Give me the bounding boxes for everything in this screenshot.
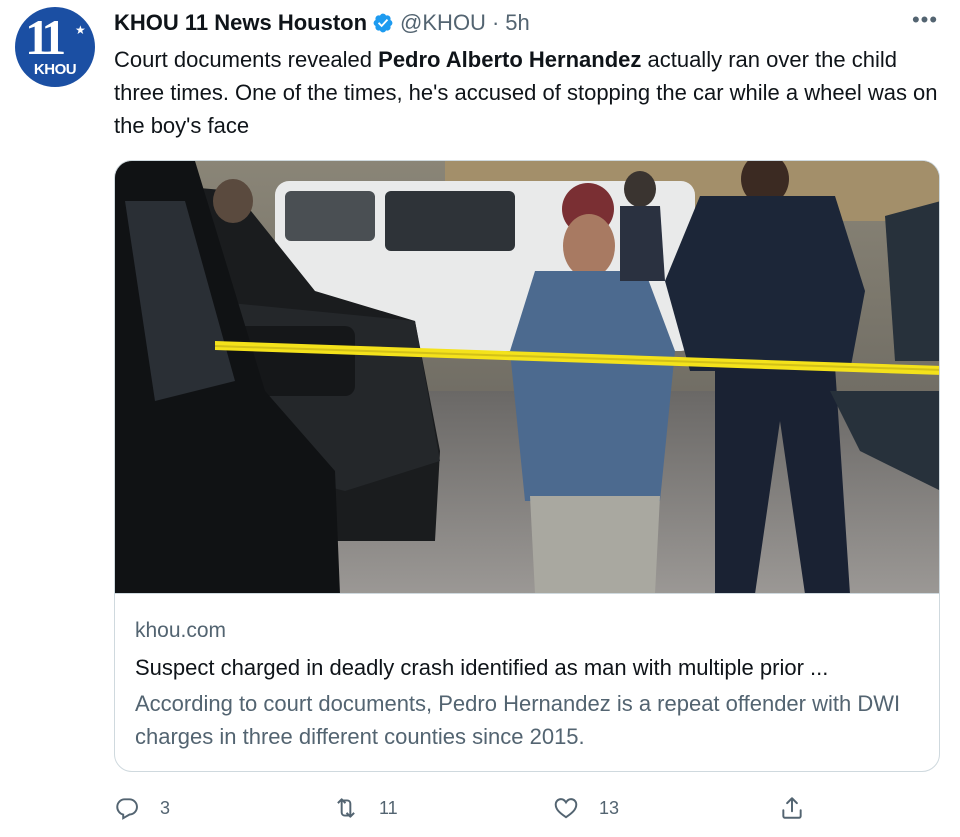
reply-icon xyxy=(116,798,138,820)
star-icon: ★ xyxy=(75,23,86,37)
card-image[interactable] xyxy=(115,161,939,594)
more-horizontal-icon[interactable]: ••• xyxy=(910,9,940,34)
card-description: According to court documents, Pedro Hern… xyxy=(135,691,901,749)
reply-button[interactable]: 3 xyxy=(114,790,170,826)
avatar-number: 11 xyxy=(25,9,66,65)
verified-badge-icon xyxy=(372,12,394,34)
card-title[interactable]: Suspect charged in deadly crash identifi… xyxy=(135,655,828,681)
retweet-button[interactable]: 11 xyxy=(333,790,398,826)
heart-icon xyxy=(554,798,578,819)
timestamp[interactable]: 5h xyxy=(505,10,529,36)
tweet-actions: 3 11 13 xyxy=(0,790,960,826)
share-button[interactable] xyxy=(779,790,825,826)
like-count: 13 xyxy=(599,797,620,818)
display-name[interactable]: KHOU 11 News Houston xyxy=(114,10,367,36)
avatar[interactable]: 11 ★ KHOU xyxy=(15,7,95,87)
tweet-header: KHOU 11 News Houston @KHOU · 5h xyxy=(114,9,530,37)
card-domain: khou.com xyxy=(135,619,227,642)
retweet-icon xyxy=(337,798,355,818)
reply-count: 3 xyxy=(160,797,171,818)
tweet-text: Court documents revealed Pedro Alberto H… xyxy=(114,43,944,142)
like-button[interactable]: 13 xyxy=(553,790,619,826)
avatar-callsign: KHOU xyxy=(33,61,77,78)
share-icon xyxy=(782,797,802,819)
link-card[interactable]: khou.com Suspect charged in deadly crash… xyxy=(114,160,940,772)
tweet-text-bold: Pedro Alberto Hernandez xyxy=(378,47,642,72)
handle[interactable]: @KHOU xyxy=(400,10,486,36)
retweet-count: 11 xyxy=(379,797,398,818)
tweet-text-part: Court documents revealed xyxy=(114,47,379,72)
separator-dot: · xyxy=(491,10,500,35)
